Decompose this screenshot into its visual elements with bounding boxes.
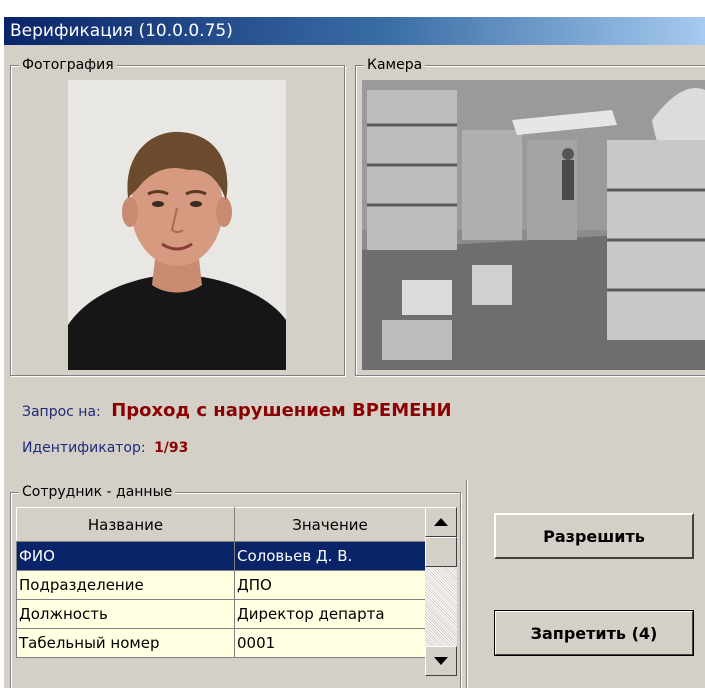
desktop-strip: [0, 0, 705, 17]
identifier-value: 1/93: [154, 440, 189, 456]
table-row[interactable]: Должность Директор департа: [16, 599, 426, 629]
table-row[interactable]: Подразделение ДПО: [16, 570, 426, 600]
employee-group-label: Сотрудник - данные: [19, 483, 176, 501]
scroll-up-button[interactable]: [425, 507, 457, 537]
camera-feed: [362, 80, 705, 370]
row-name-cell[interactable]: Подразделение: [16, 570, 235, 600]
employee-photo: [68, 80, 286, 370]
row-value-cell[interactable]: Директор департа: [234, 599, 426, 629]
triangle-up-icon: [434, 518, 448, 526]
table-row[interactable]: Табельный номер 0001: [16, 628, 426, 658]
table-header-row: Название Значение: [16, 507, 426, 542]
camera-group-label: Камера: [364, 56, 426, 74]
scroll-down-button[interactable]: [425, 646, 457, 676]
photo-group-label: Фотография: [19, 56, 117, 74]
window-title: Верификация (10.0.0.75): [10, 21, 233, 41]
employee-data-table: Название Значение ФИО Соловьев Д. В. Под…: [16, 507, 426, 658]
request-label: Запрос на:: [22, 404, 101, 420]
row-name-cell[interactable]: ФИО: [16, 541, 235, 571]
deny-button[interactable]: Запретить (4): [494, 610, 694, 656]
identifier-label: Идентификатор:: [22, 440, 146, 456]
vertical-divider: [466, 480, 468, 688]
triangle-down-icon: [434, 657, 448, 665]
allow-button[interactable]: Разрешить: [494, 513, 694, 559]
row-value-cell[interactable]: 0001: [234, 628, 426, 658]
table-row[interactable]: ФИО Соловьев Д. В.: [16, 541, 426, 571]
request-line: Запрос на: Проход с нарушением ВРЕМЕНИ: [22, 400, 452, 421]
scroll-thumb[interactable]: [425, 537, 457, 567]
row-value-cell[interactable]: Соловьев Д. В.: [234, 541, 426, 571]
column-header-value[interactable]: Значение: [234, 507, 426, 542]
row-name-cell[interactable]: Табельный номер: [16, 628, 235, 658]
request-value: Проход с нарушением ВРЕМЕНИ: [111, 400, 452, 421]
row-name-cell[interactable]: Должность: [16, 599, 235, 629]
table-vertical-scrollbar[interactable]: [425, 507, 457, 676]
identifier-line: Идентификатор: 1/93: [22, 440, 188, 456]
window-left-edge: [0, 0, 4, 688]
window-title-bar[interactable]: Верификация (10.0.0.75): [4, 17, 705, 45]
column-header-name[interactable]: Название: [16, 507, 235, 542]
row-value-cell[interactable]: ДПО: [234, 570, 426, 600]
